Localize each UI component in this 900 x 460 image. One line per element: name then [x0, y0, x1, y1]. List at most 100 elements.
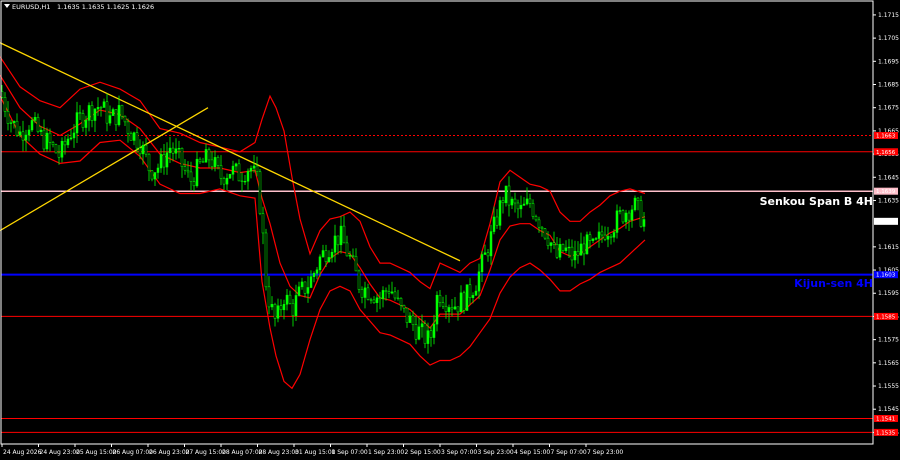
candle-body — [627, 212, 631, 221]
candle-body — [246, 170, 250, 182]
candle-body — [405, 307, 409, 323]
candle-body — [534, 216, 538, 221]
candle-body — [378, 297, 382, 300]
candle-body — [30, 120, 34, 131]
candle-body — [63, 140, 67, 146]
candle-body — [363, 287, 367, 298]
candle-body — [69, 137, 73, 140]
candle-body — [387, 291, 391, 294]
candle-body — [54, 144, 58, 154]
x-tick-label: 28 Aug 07:00 — [222, 449, 263, 456]
candle-body — [600, 231, 604, 236]
candle-body — [102, 101, 106, 108]
y-tick-label: 1.1685 — [878, 81, 899, 88]
candle-body — [255, 165, 259, 172]
candle-body — [609, 236, 613, 238]
candle-body — [474, 290, 478, 296]
candle-body — [570, 246, 574, 261]
current-price-tag-label: 1.1626 — [876, 219, 896, 225]
candle-body — [621, 210, 625, 223]
candle-body — [78, 112, 82, 114]
candle-body — [45, 132, 49, 150]
candle-body — [234, 163, 238, 167]
candle-body — [84, 120, 88, 128]
candle-body — [426, 330, 430, 344]
candle-body — [594, 238, 598, 240]
candle-body — [66, 138, 70, 146]
candle-body — [75, 112, 79, 134]
candle-body — [9, 122, 13, 124]
support-1-tag-label: 1.1585 — [876, 314, 896, 320]
candle-body — [624, 212, 628, 223]
candle-body — [129, 133, 133, 141]
candle-body — [537, 219, 541, 228]
candle-body — [228, 173, 232, 179]
candle-body — [393, 291, 397, 299]
candle-body — [402, 305, 406, 309]
x-tick-label: 7 Sep 07:00 — [551, 449, 587, 456]
candle-body — [372, 299, 376, 303]
candle-body — [141, 145, 145, 155]
y-tick-label: 1.1645 — [878, 174, 899, 181]
candle-body — [450, 307, 454, 310]
candle-body — [81, 113, 85, 128]
candle-body — [90, 105, 94, 121]
candle-body — [270, 304, 274, 308]
candle-body — [369, 299, 373, 301]
candle-body — [633, 197, 637, 211]
candle-body — [429, 330, 433, 338]
candle-body — [144, 145, 148, 155]
candle-body — [147, 153, 151, 172]
candle-body — [288, 294, 292, 304]
candle-body — [162, 154, 166, 168]
candle-body — [495, 216, 499, 226]
candle-body — [126, 121, 130, 134]
candle-body — [522, 203, 526, 206]
candle-body — [381, 290, 385, 300]
candle-body — [420, 323, 424, 328]
candle-body — [603, 234, 607, 240]
candle-body — [105, 101, 109, 124]
candle-body — [549, 242, 553, 246]
candle-body — [471, 295, 475, 298]
candle-body — [27, 129, 31, 136]
chart-background — [0, 0, 900, 460]
candle-body — [183, 166, 187, 171]
price-chart[interactable]: 1.17151.17051.16951.16851.16751.16651.16… — [0, 0, 900, 460]
x-tick-label: 1 Sep 23:00 — [368, 449, 404, 456]
candle-body — [399, 298, 403, 306]
x-tick-label: 7 Sep 23:00 — [587, 449, 623, 456]
candle-body — [150, 170, 154, 180]
candle-body — [39, 129, 43, 132]
candle-body — [351, 255, 355, 257]
candle-body — [210, 159, 214, 168]
candle-body — [552, 242, 556, 245]
candle-body — [48, 132, 52, 143]
candle-body — [360, 289, 364, 298]
candle-body — [132, 132, 136, 141]
candle-body — [546, 237, 550, 246]
resistance-2-tag-label: 1.1656 — [876, 150, 896, 156]
x-tick-label: 24 Aug 23:00 — [40, 449, 81, 456]
candle-body — [282, 304, 286, 311]
candle-body — [348, 255, 352, 257]
candle-body — [168, 147, 172, 153]
candle-body — [540, 226, 544, 230]
candle-body — [354, 256, 358, 272]
x-tick-label: 27 Aug 15:00 — [186, 449, 227, 456]
candle-body — [108, 115, 112, 124]
candle-body — [237, 163, 241, 182]
candle-body — [390, 291, 394, 294]
candle-body — [57, 152, 61, 158]
candle-body — [516, 202, 520, 210]
candle-body — [177, 148, 181, 150]
candle-body — [51, 142, 55, 145]
candle-body — [111, 109, 115, 116]
candle-body — [543, 228, 547, 239]
candle-body — [636, 197, 640, 201]
kijun-sen-label: Kijun-sen 4H — [794, 277, 873, 290]
candle-body — [480, 254, 484, 273]
x-tick-label: 31 Aug 15:00 — [295, 449, 336, 456]
candle-body — [330, 251, 334, 258]
candle-body — [186, 169, 190, 173]
